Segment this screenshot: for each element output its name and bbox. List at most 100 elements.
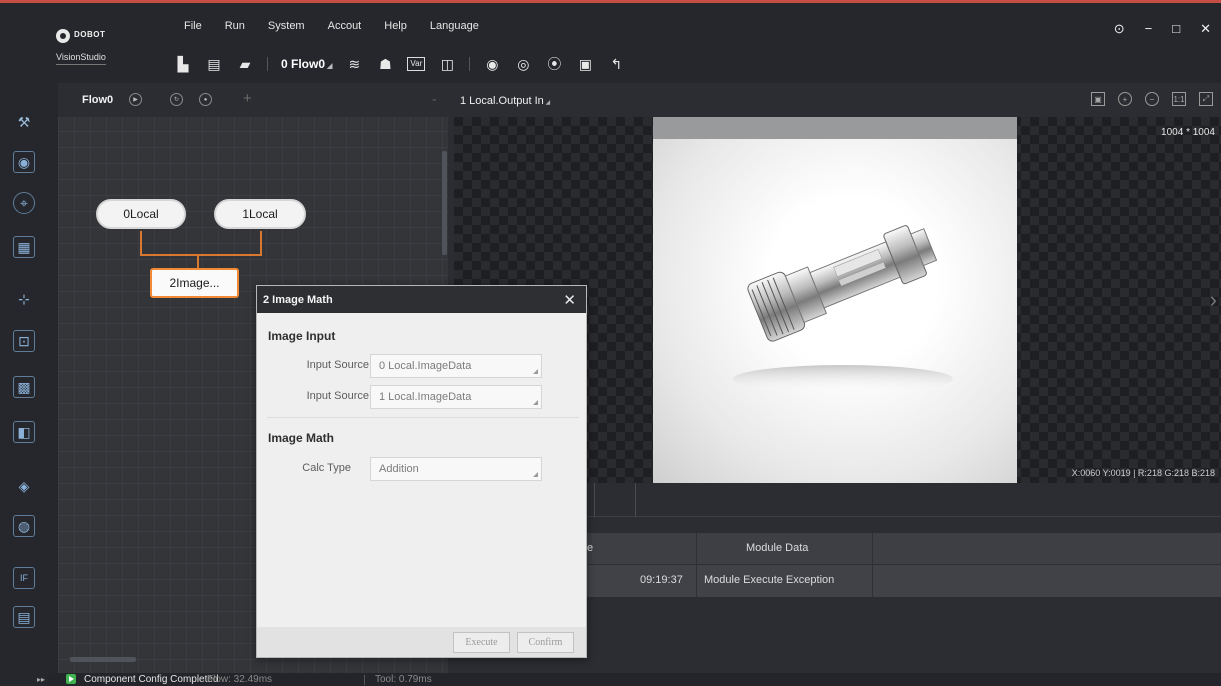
- horizontal-scrollbar[interactable]: [70, 657, 136, 662]
- title-bar: DOBOT VisionStudio File Run System Accou…: [48, 3, 1221, 83]
- connector-wire: [140, 231, 142, 255]
- status-tool-time: Tool: 0.79ms: [375, 674, 432, 685]
- history-icon[interactable]: ⊙: [1114, 21, 1125, 37]
- run-loop-icon[interactable]: ◎: [514, 55, 532, 73]
- logic-icon[interactable]: IF: [13, 567, 35, 589]
- dialog-title: 2 Image Math: [263, 293, 333, 306]
- tools-icon[interactable]: ⚒: [13, 111, 35, 133]
- ui-designer-icon[interactable]: ▣: [576, 55, 594, 73]
- variable-icon[interactable]: Var: [407, 55, 426, 73]
- view-header: 1 Local.Output In ▣ + − 1:1 ⤢: [454, 83, 1221, 117]
- top-accent-bar: [0, 0, 48, 3]
- expand-icon[interactable]: ▸▸: [37, 675, 45, 684]
- image-source-selector[interactable]: 1 Local.Output In: [460, 95, 550, 107]
- save-icon[interactable]: ▤: [205, 55, 223, 73]
- status-message: Component Config Completed: [84, 674, 219, 685]
- color-icon[interactable]: ◈: [13, 475, 35, 497]
- menu-system[interactable]: System: [268, 20, 305, 32]
- stop-icon[interactable]: ⦿: [545, 55, 563, 73]
- pressure-sensor-image: [733, 225, 953, 393]
- node-1-local[interactable]: 1Local: [214, 199, 306, 229]
- chevron-right-icon[interactable]: ›: [1210, 287, 1217, 313]
- execute-button[interactable]: Execute: [453, 632, 510, 653]
- pixel-info: X:0060 Y:0019 | R:218 G:218 B:218: [1071, 468, 1215, 478]
- menu-bar: File Run System Accout Help Language: [184, 20, 479, 32]
- menu-language[interactable]: Language: [430, 20, 479, 32]
- maximize-button[interactable]: □: [1172, 21, 1180, 37]
- run-once-icon[interactable]: ◉: [483, 55, 501, 73]
- calibrate-icon[interactable]: ⊹: [13, 288, 35, 310]
- actual-size-icon[interactable]: 1:1: [1172, 92, 1186, 106]
- status-flow-time: Flow: 32.49ms: [207, 674, 273, 685]
- input-source-1-select[interactable]: 0 Local.ImageData: [370, 354, 542, 378]
- fit-window-icon[interactable]: ▣: [1091, 92, 1105, 106]
- network-icon[interactable]: ☗: [376, 55, 394, 73]
- column-divider: [872, 565, 873, 597]
- recognize-icon[interactable]: ⊡: [13, 330, 35, 352]
- menu-run[interactable]: Run: [225, 20, 245, 32]
- communication-icon[interactable]: ◫: [438, 55, 456, 73]
- fullscreen-icon[interactable]: ⤢: [1199, 92, 1213, 106]
- camera-icon[interactable]: ◉: [13, 151, 35, 173]
- view-toolbar: ▣ + − 1:1 ⤢: [1091, 92, 1213, 106]
- stop-flow-icon[interactable]: ●: [199, 93, 212, 106]
- input-source-label: Input Source: [306, 359, 369, 371]
- connector-wire: [140, 254, 262, 256]
- flow-header: Flow0 ▶ ↻ ● + ⌄: [58, 83, 448, 117]
- close-icon[interactable]: ✕: [563, 291, 576, 309]
- measure-icon[interactable]: ▦: [13, 236, 35, 258]
- add-flow-icon[interactable]: +: [243, 90, 252, 107]
- minimize-button[interactable]: −: [1145, 21, 1153, 37]
- new-solution-icon[interactable]: ▙: [174, 55, 192, 73]
- confirm-button[interactable]: Confirm: [517, 632, 574, 653]
- robot-arm-icon[interactable]: ↰: [607, 55, 625, 73]
- side-strip: [48, 83, 58, 686]
- window-controls: ⊙ − □ ✕: [1114, 21, 1211, 37]
- dialog-header: 2 Image Math: [257, 286, 586, 313]
- result-tab[interactable]: [594, 483, 636, 517]
- column-header-module-data: Module Data: [746, 542, 809, 554]
- main-toolbar: ▙ ▤ ▰ 0 Flow0 ≋ ☗ Var ◫ ◉ ◎ ⦿ ▣ ↰: [174, 55, 625, 73]
- node-0-local[interactable]: 0Local: [96, 199, 186, 229]
- calc-type-select[interactable]: Addition: [370, 457, 542, 481]
- defect-icon[interactable]: ◍: [13, 515, 35, 537]
- tab-flow0[interactable]: Flow0: [82, 94, 113, 106]
- flow-selector[interactable]: 0 Flow0: [281, 57, 332, 71]
- column-divider: [696, 565, 697, 597]
- code-icon[interactable]: ▩: [13, 376, 35, 398]
- layers-icon[interactable]: ≋: [345, 55, 363, 73]
- product-name: VisionStudio: [56, 52, 106, 65]
- menu-file[interactable]: File: [184, 20, 202, 32]
- toolbar-divider: [469, 57, 471, 71]
- menu-help[interactable]: Help: [384, 20, 407, 32]
- vertical-scrollbar[interactable]: [442, 151, 447, 255]
- status-play-icon: [66, 674, 76, 684]
- locate-icon[interactable]: ⌖: [13, 192, 35, 214]
- open-folder-icon[interactable]: ▰: [236, 55, 254, 73]
- brand-name: DOBOT: [74, 30, 106, 39]
- dialog-footer: Execute Confirm: [257, 627, 586, 657]
- toolbar-divider: [267, 57, 268, 71]
- connector-wire: [197, 255, 199, 269]
- communication-icon[interactable]: ▤: [13, 606, 35, 628]
- dialog-divider: [267, 417, 579, 418]
- row-module-data: Module Execute Exception: [704, 574, 835, 586]
- column-header-time: e: [587, 542, 594, 554]
- zoom-in-icon[interactable]: +: [1118, 92, 1132, 106]
- connector-wire: [260, 231, 262, 255]
- image-process-icon[interactable]: ◧: [13, 421, 35, 443]
- menu-account[interactable]: Accout: [328, 20, 362, 32]
- zoom-out-icon[interactable]: −: [1145, 92, 1159, 106]
- left-sidebar: ⚒ ◉ ⌖ ▦ ⊹ ⊡ ▩ ◧ ◈ ◍ IF ▤ ▸▸: [0, 0, 48, 686]
- loop-flow-icon[interactable]: ↻: [170, 93, 183, 106]
- chevron-down-icon[interactable]: ⌄: [430, 93, 438, 104]
- image-dimensions: 1004 * 1004: [1161, 127, 1215, 138]
- input-source-2-select[interactable]: 1 Local.ImageData: [370, 385, 542, 409]
- run-flow-icon[interactable]: ▶: [129, 93, 142, 106]
- column-divider: [872, 533, 873, 564]
- product-image: [653, 117, 1017, 483]
- close-window-button[interactable]: ✕: [1200, 21, 1211, 37]
- section-image-math: Image Math: [268, 431, 335, 445]
- status-divider: [364, 675, 365, 685]
- node-2-image-math[interactable]: 2Image...: [150, 268, 239, 298]
